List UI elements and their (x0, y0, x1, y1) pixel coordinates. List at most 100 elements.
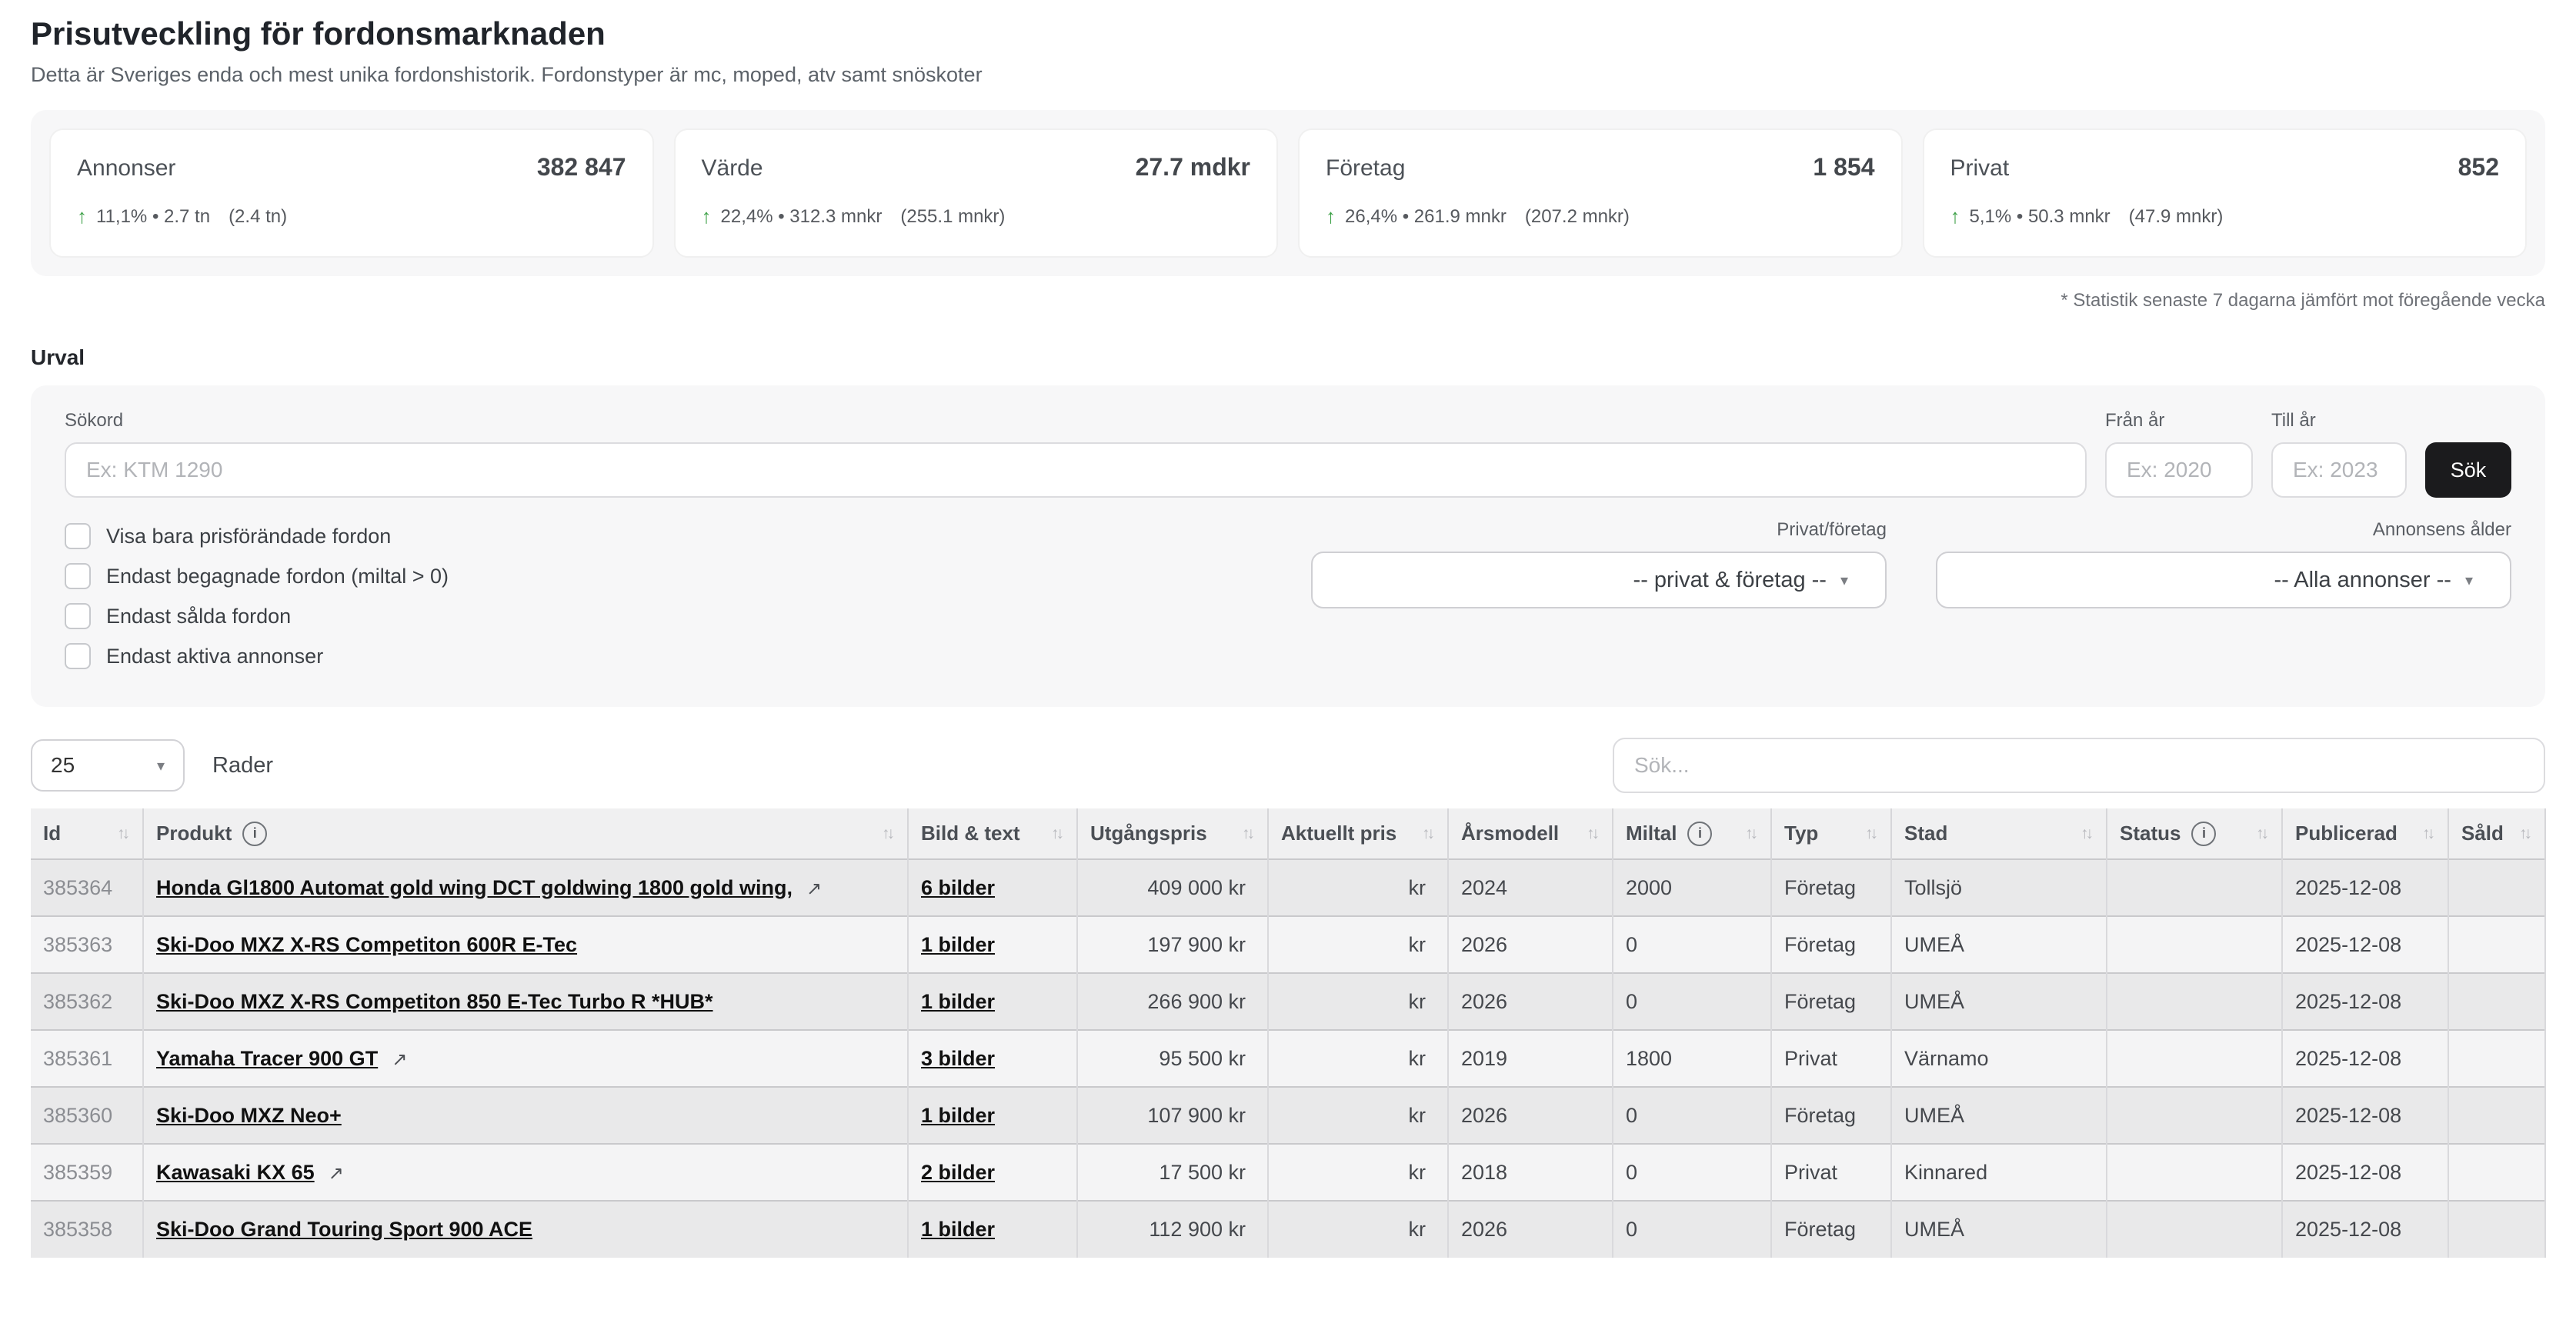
images-link[interactable]: 6 bilder (921, 876, 995, 899)
cell-year: 2026 (1448, 1201, 1613, 1258)
stat-label: Värde (702, 155, 763, 182)
cell-status (2107, 916, 2282, 973)
stat-value: 1 854 (1813, 153, 1874, 182)
sort-icon[interactable]: ↑↓ (1242, 825, 1255, 843)
cell-status (2107, 1087, 2282, 1144)
images-link[interactable]: 1 bilder (921, 1104, 995, 1127)
cell-mileage: 0 (1613, 916, 1771, 973)
column-header-id[interactable]: Id↑↓ (31, 808, 143, 859)
column-header-aktuellt-pris[interactable]: Aktuellt pris↑↓ (1268, 808, 1448, 859)
column-header-bild-text[interactable]: Bild & text↑↓ (908, 808, 1077, 859)
cell-current-price: kr (1268, 1030, 1448, 1087)
column-header-publicerad[interactable]: Publicerad↑↓ (2282, 808, 2448, 859)
checkbox-active-only[interactable]: Endast aktiva annonser (65, 642, 449, 670)
info-icon[interactable]: i (242, 822, 267, 846)
cell-current-price: kr (1268, 973, 1448, 1030)
cell-id: 385358 (31, 1201, 143, 1258)
column-header-utgangspris[interactable]: Utgångspris↑↓ (1077, 808, 1268, 859)
external-link-icon[interactable]: ↗ (392, 1048, 407, 1071)
sort-icon[interactable]: ↑↓ (1422, 825, 1435, 843)
stat-label: Privat (1950, 155, 2010, 182)
table-search-input[interactable] (1613, 738, 2545, 793)
external-link-icon[interactable]: ↗ (329, 1162, 344, 1185)
stat-change: 22,4% • 312.3 mnkr (721, 206, 883, 228)
sort-icon[interactable]: ↑↓ (117, 825, 130, 843)
cell-year: 2019 (1448, 1030, 1613, 1087)
cell-sold (2448, 1030, 2545, 1087)
owner-filter-value: -- privat & företag -- (1633, 568, 1827, 593)
sort-icon[interactable]: ↑↓ (2422, 825, 2435, 843)
filter-checkboxes: Visa bara prisförändade fordon Endast be… (65, 519, 449, 670)
external-link-icon[interactable]: ↗ (806, 878, 822, 900)
owner-filter-select[interactable]: -- privat & företag -- ▾ (1311, 552, 1887, 608)
ad-age-filter-select[interactable]: -- Alla annonser -- ▾ (1936, 552, 2511, 608)
checkbox-used-only[interactable]: Endast begagnade fordon (miltal > 0) (65, 562, 449, 590)
from-year-input[interactable] (2105, 442, 2253, 498)
stat-previous: (47.9 mnkr) (2129, 206, 2224, 228)
product-link[interactable]: Ski-Doo Grand Touring Sport 900 ACE (156, 1218, 532, 1241)
stat-card-annonser: Annonser 382 847 ↑ 11,1% • 2.7 tn (2.4 t… (49, 128, 654, 258)
cell-sold (2448, 916, 2545, 973)
rows-per-page-value: 25 (51, 753, 75, 778)
images-link[interactable]: 3 bilder (921, 1047, 995, 1070)
cell-year: 2024 (1448, 859, 1613, 916)
cell-year: 2026 (1448, 973, 1613, 1030)
sort-icon[interactable]: ↑↓ (882, 825, 895, 843)
images-link[interactable]: 1 bilder (921, 990, 995, 1013)
column-header-produkt[interactable]: Produkti↑↓ (143, 808, 908, 859)
chevron-down-icon: ▾ (2465, 571, 2473, 590)
column-header-stad[interactable]: Stad↑↓ (1891, 808, 2107, 859)
to-year-input[interactable] (2271, 442, 2407, 498)
product-link[interactable]: Honda Gl1800 Automat gold wing DCT goldw… (156, 876, 792, 899)
checkbox-price-changed[interactable]: Visa bara prisförändade fordon (65, 522, 449, 550)
keyword-input[interactable] (65, 442, 2087, 498)
cell-id: 385362 (31, 973, 143, 1030)
search-button[interactable]: Sök (2425, 442, 2511, 498)
column-header-typ[interactable]: Typ↑↓ (1771, 808, 1891, 859)
checkbox-icon[interactable] (65, 643, 91, 669)
sort-icon[interactable]: ↑↓ (1051, 825, 1064, 843)
sort-icon[interactable]: ↑↓ (2256, 825, 2269, 843)
product-link[interactable]: Ski-Doo MXZ X-RS Competiton 600R E-Tec (156, 933, 577, 956)
sort-icon[interactable]: ↑↓ (1865, 825, 1878, 843)
cell-city: UMEÅ (1891, 916, 2107, 973)
info-icon[interactable]: i (2191, 822, 2216, 846)
images-link[interactable]: 2 bilder (921, 1161, 995, 1184)
sort-icon[interactable]: ↑↓ (1587, 825, 1600, 843)
product-link[interactable]: Kawasaki KX 65 (156, 1161, 315, 1184)
product-link[interactable]: Ski-Doo MXZ X-RS Competiton 850 E-Tec Tu… (156, 990, 713, 1013)
page-title: Prisutveckling för fordonsmarknaden (31, 15, 2545, 52)
cell-mileage: 0 (1613, 973, 1771, 1030)
column-header-status[interactable]: Statusi↑↓ (2107, 808, 2282, 859)
keyword-label: Sökord (65, 410, 2087, 432)
cell-current-price: kr (1268, 1087, 1448, 1144)
checkbox-icon[interactable] (65, 523, 91, 549)
checkbox-icon[interactable] (65, 563, 91, 589)
cell-type: Företag (1771, 916, 1891, 973)
product-link[interactable]: Ski-Doo MXZ Neo+ (156, 1104, 342, 1127)
column-header-miltal[interactable]: Miltali↑↓ (1613, 808, 1771, 859)
rows-per-page-select[interactable]: 25 ▾ (31, 739, 185, 792)
checkbox-sold-only[interactable]: Endast sålda fordon (65, 602, 449, 630)
column-header-arsmodell[interactable]: Årsmodell↑↓ (1448, 808, 1613, 859)
images-link[interactable]: 1 bilder (921, 1218, 995, 1241)
cell-status (2107, 1030, 2282, 1087)
images-link[interactable]: 1 bilder (921, 933, 995, 956)
cell-current-price: kr (1268, 1201, 1448, 1258)
trend-up-icon: ↑ (1326, 205, 1336, 228)
sort-icon[interactable]: ↑↓ (1745, 825, 1758, 843)
checkbox-label: Visa bara prisförändade fordon (106, 525, 391, 548)
product-link[interactable]: Yamaha Tracer 900 GT (156, 1047, 378, 1070)
stat-value: 27.7 mdkr (1136, 153, 1250, 182)
filter-panel: Sökord Från år Till år Sök Visa bara pri… (31, 385, 2545, 707)
info-icon[interactable]: i (1687, 822, 1712, 846)
cell-city: UMEÅ (1891, 1087, 2107, 1144)
cell-published: 2025-12-08 (2282, 1144, 2448, 1201)
cell-type: Företag (1771, 973, 1891, 1030)
trend-up-icon: ↑ (77, 205, 87, 228)
sort-icon[interactable]: ↑↓ (2519, 825, 2532, 843)
checkbox-icon[interactable] (65, 603, 91, 629)
stats-panel: Annonser 382 847 ↑ 11,1% • 2.7 tn (2.4 t… (31, 110, 2545, 276)
sort-icon[interactable]: ↑↓ (2080, 825, 2094, 843)
column-header-sald[interactable]: Såld↑↓ (2448, 808, 2545, 859)
